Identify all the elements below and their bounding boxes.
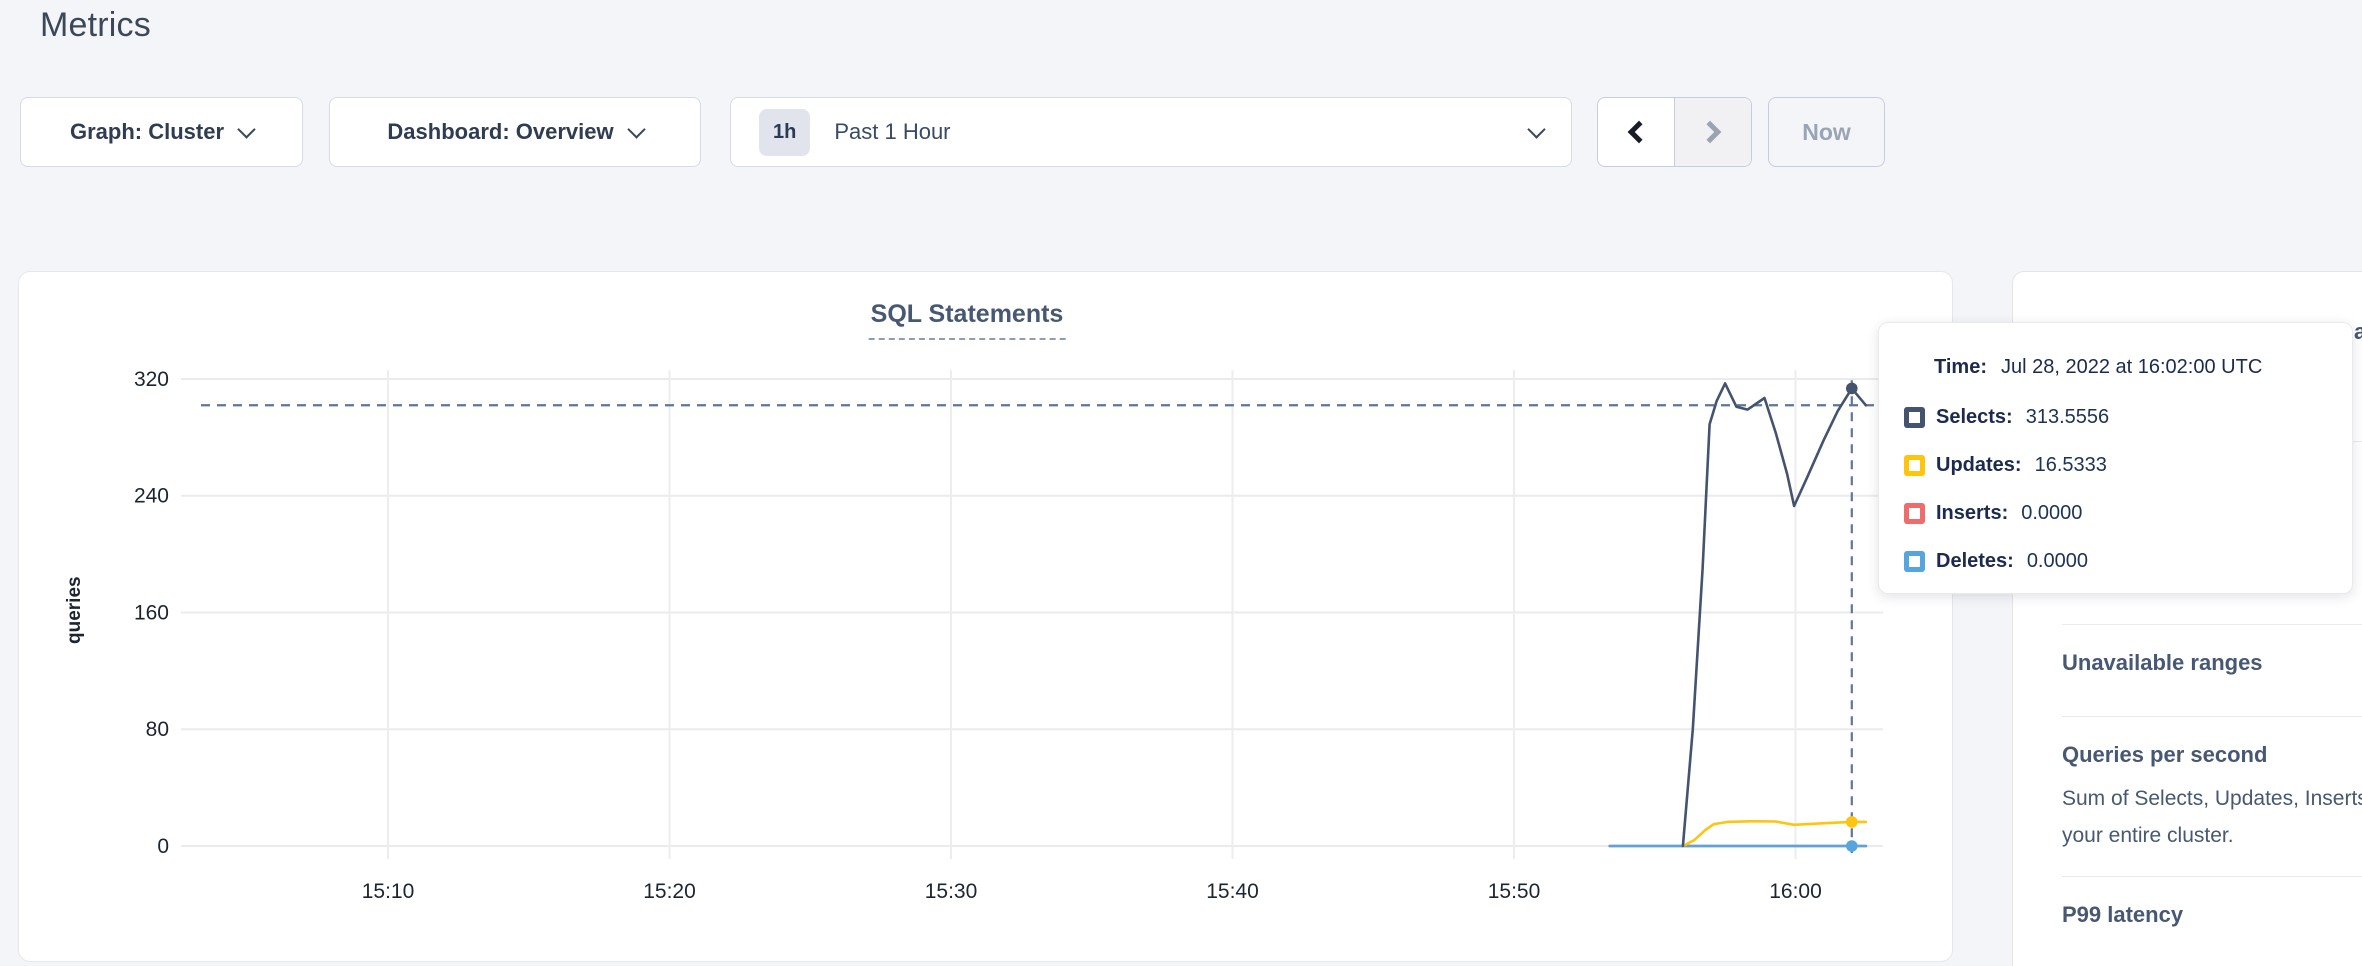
tooltip-series-label: Deletes:	[1936, 550, 2014, 573]
sidebar-section: P99 latency	[2062, 876, 2362, 928]
tooltip-series-row: Deletes: 0.0000	[1904, 546, 2352, 576]
tooltip-time-row: Time: Jul 28, 2022 at 16:02:00 UTC	[1934, 356, 2352, 379]
chevron-down-icon	[1527, 120, 1545, 138]
time-pager	[1597, 97, 1752, 167]
y-tick-label: 320	[134, 368, 169, 391]
chevron-down-icon	[627, 120, 645, 138]
chevron-right-icon	[1699, 121, 1722, 144]
x-tick-label: 15:50	[1488, 880, 1541, 903]
x-tick-label: 15:30	[925, 880, 978, 903]
tooltip-series-value: 16.5333	[2035, 454, 2107, 477]
x-tick-label: 15:40	[1206, 880, 1259, 903]
chevron-down-icon	[237, 120, 255, 138]
series-swatch-icon	[1904, 407, 1925, 428]
sidebar-content: Unavailable ranges Queries per second Sum …	[2062, 624, 2362, 966]
crosshair-dot-updates	[1846, 816, 1858, 828]
graph-dropdown-label: Graph: Cluster	[70, 119, 224, 145]
tooltip-series-value: 0.0000	[2021, 502, 2082, 525]
series-swatch-icon	[1904, 503, 1925, 524]
sidebar-section-body: Sum of Selects, Updates, Inserts	[2062, 780, 2362, 817]
time-range-dropdown[interactable]: 1h Past 1 Hour	[730, 97, 1572, 167]
now-button[interactable]: Now	[1768, 97, 1885, 167]
divider	[2062, 624, 2362, 625]
sidebar-section-body: your entire cluster.	[2062, 817, 2362, 854]
sidebar-section: Queries per second Sum of Selects, Update…	[2062, 716, 2362, 854]
x-tick-label: 15:10	[362, 880, 415, 903]
sidebar-section-heading: Queries per second	[2062, 742, 2362, 768]
divider	[2062, 876, 2362, 877]
crosshair-dot-deletes	[1846, 840, 1858, 852]
sidebar-section-heading: P99 latency	[2062, 902, 2362, 928]
chevron-left-icon	[1628, 121, 1651, 144]
graph-dropdown[interactable]: Graph: Cluster	[20, 97, 303, 167]
dashboard-dropdown[interactable]: Dashboard: Overview	[329, 97, 701, 167]
tooltip-series-row: Updates: 16.5333	[1904, 450, 2352, 480]
series-swatch-icon	[1904, 455, 1925, 476]
next-time-button[interactable]	[1674, 98, 1751, 166]
series-line-selects	[1683, 383, 1866, 846]
chart-hover-tooltip: Time: Jul 28, 2022 at 16:02:00 UTC Select…	[1878, 322, 2353, 594]
sql-statements-card: 0 80 160 240 320 15:10 15:20 15:30 15:40 15:50 16:…	[18, 271, 1953, 962]
sidebar-section: Unavailable ranges	[2062, 624, 2362, 676]
dashboard-dropdown-label: Dashboard: Overview	[387, 119, 613, 145]
clipped-link-fragment	[2356, 408, 2362, 426]
x-tick-label: 16:00	[1769, 880, 1822, 903]
tooltip-series-row: Inserts: 0.0000	[1904, 498, 2352, 528]
y-tick-label: 240	[134, 485, 169, 508]
prev-time-button[interactable]	[1598, 98, 1674, 166]
y-tick-label: 0	[157, 835, 169, 858]
chart-title[interactable]: SQL Statements	[869, 300, 1066, 340]
series-swatch-icon	[1904, 551, 1925, 572]
tooltip-series-row: Selects: 313.5556	[1904, 402, 2352, 432]
tooltip-series-label: Selects:	[1936, 406, 2013, 429]
time-range-label: Past 1 Hour	[834, 119, 1530, 145]
time-range-badge: 1h	[759, 109, 810, 156]
tooltip-series-label: Updates:	[1936, 454, 2022, 477]
series-line-updates	[1683, 821, 1866, 846]
tooltip-series-value: 313.5556	[2026, 406, 2109, 429]
page-title: Metrics	[40, 6, 151, 45]
crosshair-dot-selects	[1846, 383, 1858, 395]
divider	[2062, 716, 2362, 717]
tooltip-time-value: Jul 28, 2022 at 16:02:00 UTC	[2001, 356, 2262, 378]
sql-statements-chart[interactable]: 0 80 160 240 320 15:10 15:20 15:30 15:40 15:50 16:…	[19, 272, 1954, 963]
y-axis-label: queries	[62, 530, 88, 690]
tooltip-series-label: Inserts:	[1936, 502, 2008, 525]
tooltip-series-value: 0.0000	[2027, 550, 2088, 573]
y-tick-label: 160	[134, 601, 169, 624]
x-tick-label: 15:20	[643, 880, 696, 903]
tooltip-time-label: Time:	[1934, 356, 1987, 378]
sidebar-section-heading: Unavailable ranges	[2062, 650, 2362, 676]
y-tick-label: 80	[146, 718, 169, 741]
clipped-text-fragment: a	[2354, 319, 2362, 341]
